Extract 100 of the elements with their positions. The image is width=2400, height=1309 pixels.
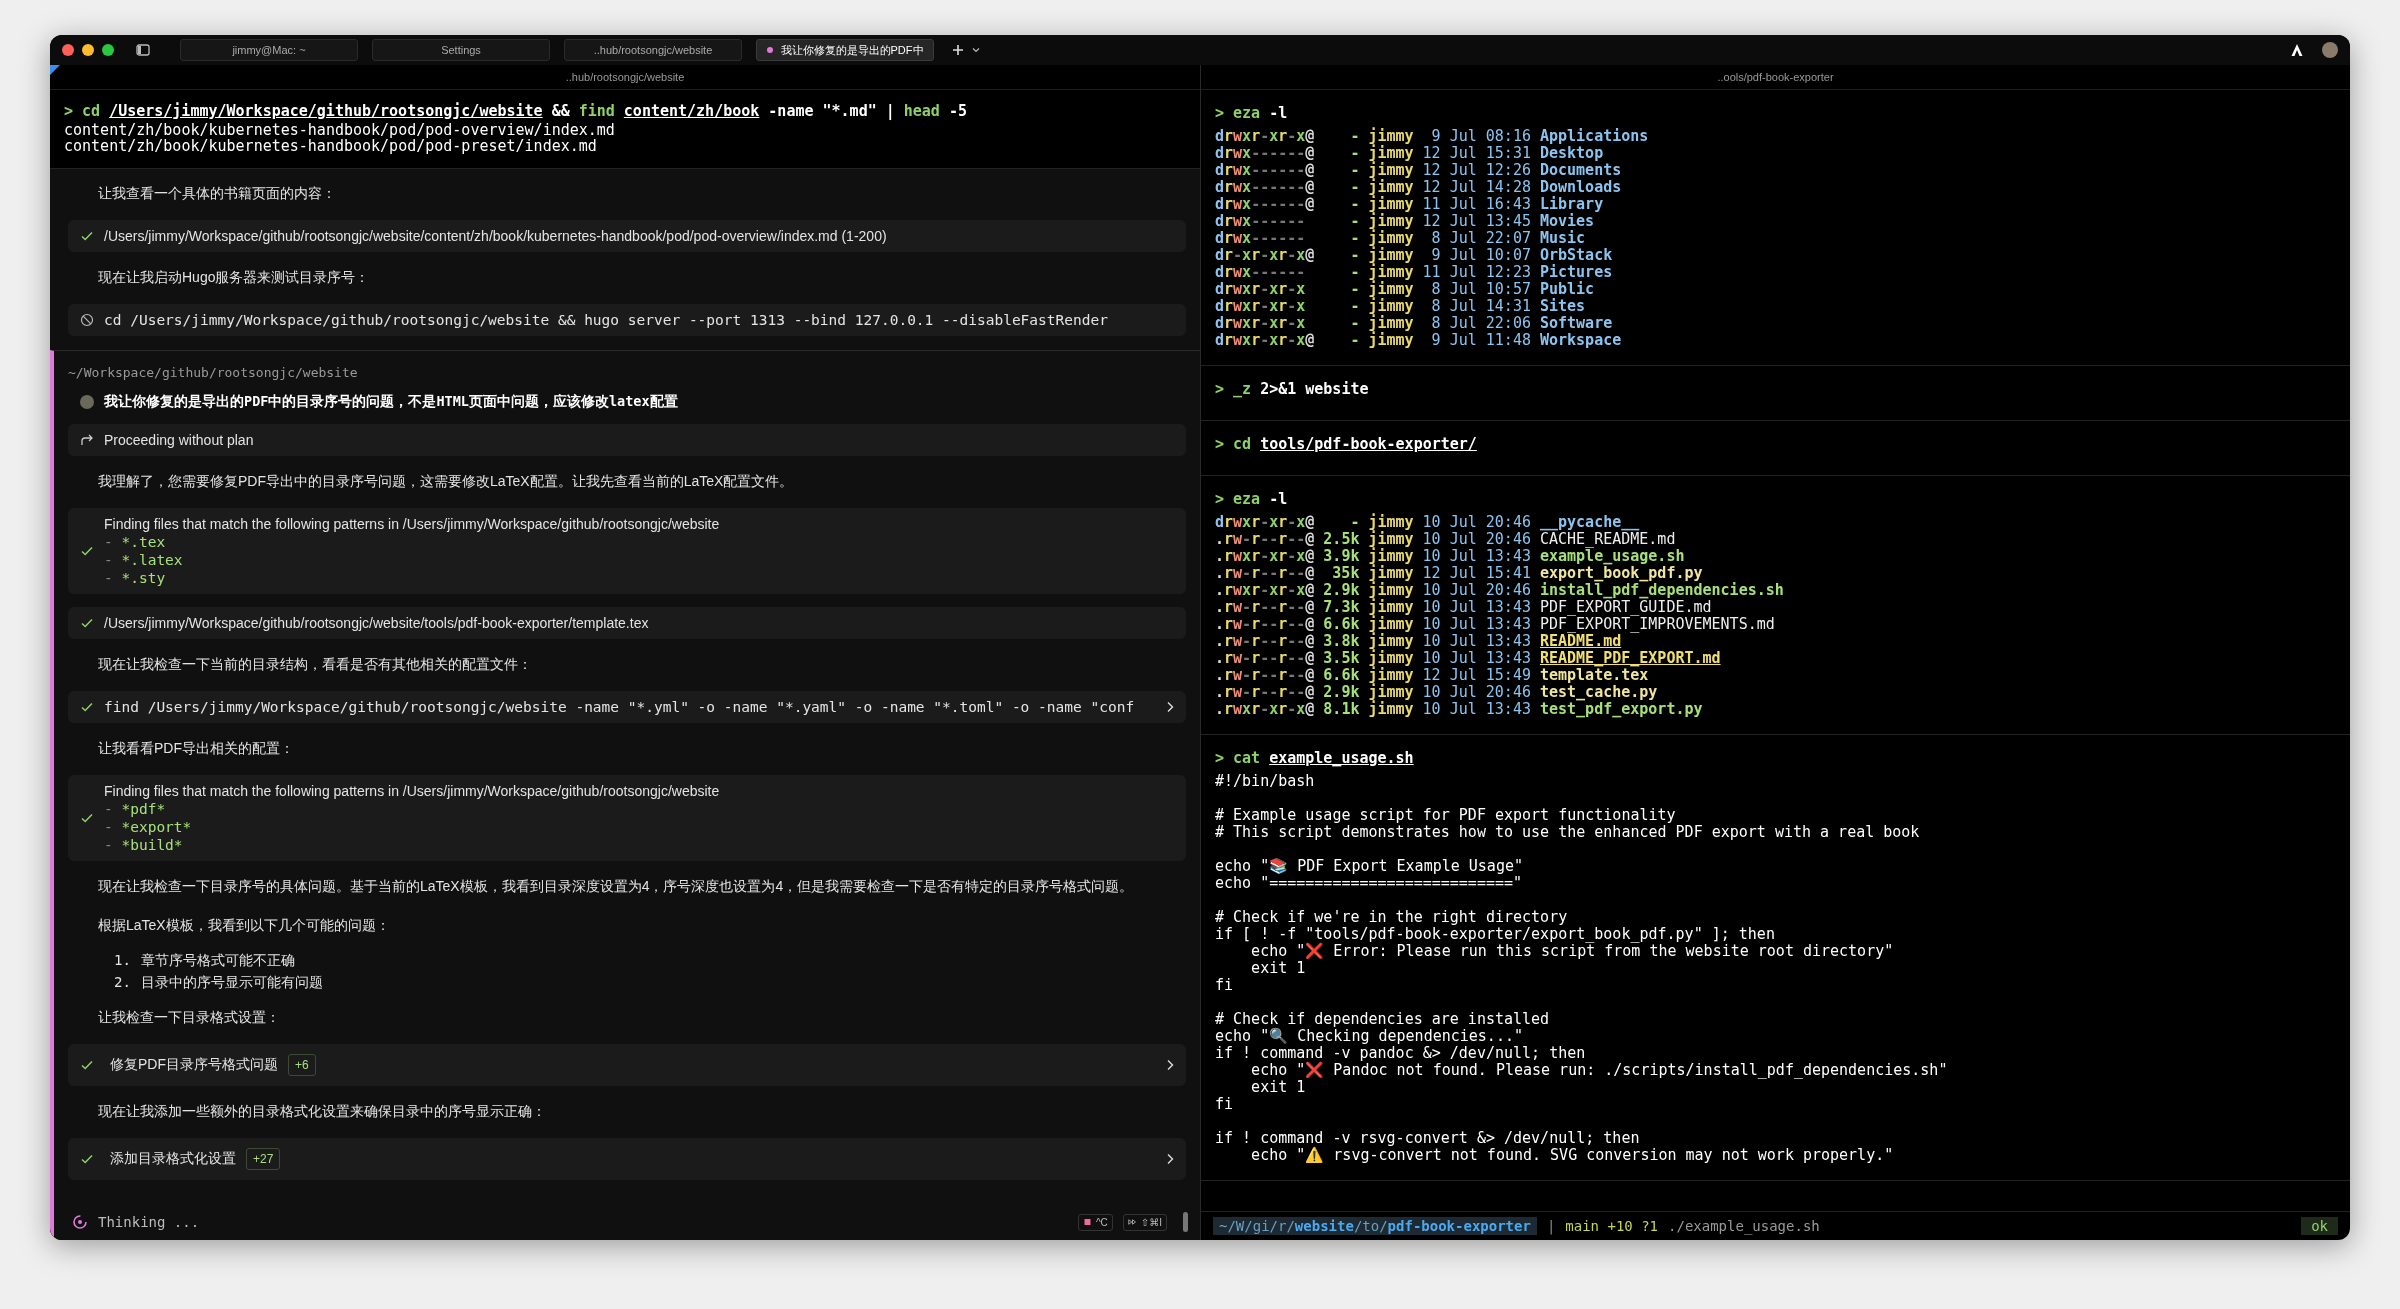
path-text: website — [1294, 1218, 1354, 1234]
assistant-message: 现在让我检查一下当前的目录结构，看看是否有其他相关的配置文件： — [97, 655, 533, 674]
search-card[interactable]: Finding files that match the following patterns in /Users/jimmy/Workspace/github/rootsongjc/website - *pdf* - *export* - *build* — [68, 775, 1186, 861]
status-text: Thinking ... — [98, 1214, 200, 1230]
chevron-right-icon[interactable] — [1166, 701, 1174, 713]
zoom-button[interactable] — [102, 44, 114, 56]
tab[interactable]: ..hub/rootsongjc/website — [564, 39, 742, 61]
file-name: README_PDF_EXPORT.md — [1539, 650, 1721, 667]
file-size: 3.5k — [1323, 650, 1360, 667]
permissions: .rw-r--r--@ — [1215, 565, 1315, 582]
avatar[interactable] — [2322, 42, 2338, 58]
permissions: .rw-r--r--@ — [1215, 667, 1315, 684]
file-size: - — [1349, 247, 1360, 264]
check-icon — [80, 229, 94, 243]
file-pattern: - *build* — [104, 837, 184, 853]
minimize-button[interactable] — [82, 44, 94, 56]
close-button[interactable] — [62, 44, 74, 56]
directory-path: ~/Workspace/github/rootsongjc/website — [68, 364, 359, 380]
file-owner: jimmy — [1368, 633, 1414, 650]
check-icon — [80, 1152, 94, 1166]
file-pattern: - *.tex — [104, 534, 167, 550]
pane-title: ..hub/rootsongjc/website — [565, 71, 685, 83]
file-size: - — [1349, 196, 1360, 213]
permissions: drwx------@ — [1215, 196, 1315, 213]
file-read-card[interactable]: /Users/jimmy/Workspace/github/rootsongjc/website/content/zh/book/kubernetes-handbook/pod/pod-overview/index.md (1-200) — [68, 220, 1186, 252]
fast-forward-icon — [1127, 1218, 1137, 1226]
file-name: PDF_EXPORT_IMPROVEMENTS.md — [1539, 616, 1775, 633]
file-name: Workspace — [1539, 332, 1622, 349]
edit-card[interactable]: 添加目录格式化设置 +27 — [68, 1138, 1186, 1180]
path-text: /to/ — [1353, 1218, 1388, 1234]
file-size: - — [1349, 514, 1360, 531]
file-size: - — [1349, 298, 1360, 315]
command-line: > cd tools/pdf-book-exporter/ — [1215, 435, 1478, 453]
command-line: > eza -l — [1215, 104, 1289, 122]
stop-icon — [1082, 1218, 1092, 1226]
command-text: find /Users/jimmy/Workspace/github/rootsongjc/website -name "*.yml" -o -name "*.yaml" -o -name "*.toml" -o -name "conf — [104, 699, 1136, 715]
file-name: Software — [1539, 315, 1613, 332]
file-owner: jimmy — [1368, 332, 1414, 349]
file-name: CACHE_README.md — [1539, 531, 1676, 548]
search-card[interactable]: Finding files that match the following patterns in /Users/jimmy/Workspace/github/rootsongjc/website - *.tex - *.latex - *.sty — [68, 508, 1186, 594]
path-text: ~/W/gi/r/ — [1219, 1218, 1295, 1234]
modified-date: 10 Jul 20:46 — [1422, 582, 1531, 599]
tab[interactable]: 我让你修复的是导出的PDF中 — [756, 39, 934, 61]
modified-date: 10 Jul 13:43 — [1422, 599, 1531, 616]
file-name: Public — [1539, 281, 1595, 298]
avatar — [80, 395, 94, 409]
modified-date: 8 Jul 10:57 — [1430, 281, 1531, 298]
file-owner: jimmy — [1368, 162, 1414, 179]
list-item: 2. 目录中的序号显示可能有问题 — [114, 974, 324, 992]
stop-key-hint[interactable]: ^C — [1077, 1213, 1113, 1231]
command-card[interactable]: find /Users/jimmy/Workspace/github/rootsongjc/website -name "*.yml" -o -name "*.yaml" -o -name "*.toml" -o -name "conf — [68, 691, 1186, 723]
path-text: pdf-book-exporter — [1387, 1218, 1531, 1234]
new-tab-icon[interactable] — [952, 44, 964, 56]
permissions: drwx------@ — [1215, 162, 1315, 179]
file-size: 6.6k — [1323, 667, 1360, 684]
pane-title: ..ools/pdf-book-exporter — [1717, 71, 1834, 83]
assistant-message: 现在让我检查一下目录序号的具体问题。基于当前的LaTeX模板，我看到目录深度设置为4，序号深度也设置为4，但是我需要检查一下是否有特定的目录序号格式问题。 — [97, 877, 1135, 896]
skip-key-hint[interactable]: ⇧⌘I — [1122, 1213, 1167, 1231]
output-line: content/zh/book/kubernetes-handbook/pod/pod-preset/index.md — [64, 138, 597, 154]
check-icon — [80, 700, 94, 714]
chevron-right-icon[interactable] — [1166, 1059, 1174, 1071]
scrollbar-thumb[interactable] — [1183, 1212, 1188, 1232]
change-count-badge: +27 — [246, 1148, 281, 1170]
file-owner: jimmy — [1368, 565, 1414, 582]
file-read-card[interactable]: /Users/jimmy/Workspace/github/rootsongjc/website/tools/pdf-book-exporter/template.tex — [68, 607, 1186, 639]
sidebar-toggle-icon[interactable] — [136, 44, 150, 56]
modified-date: 12 Jul 15:49 — [1422, 667, 1531, 684]
modified-date: 10 Jul 13:43 — [1422, 548, 1531, 565]
file-owner: jimmy — [1368, 616, 1414, 633]
permissions: .rw-r--r--@ — [1215, 616, 1315, 633]
file-name: Music — [1539, 230, 1586, 247]
edit-card[interactable]: 修复PDF目录序号格式问题 +6 — [68, 1044, 1186, 1086]
file-name: Desktop — [1539, 145, 1604, 162]
assistant-message: 让我检查一下目录格式设置： — [97, 1008, 281, 1027]
modified-date: 10 Jul 13:43 — [1422, 650, 1531, 667]
permissions: drwx------@ — [1215, 145, 1315, 162]
app-logo-icon — [2290, 43, 2304, 57]
file-size: - — [1349, 145, 1360, 162]
modified-date: 12 Jul 15:41 — [1422, 565, 1531, 582]
file-name: Downloads — [1539, 179, 1622, 196]
file-name: Sites — [1539, 298, 1586, 315]
permissions: .rw-r--r--@ — [1215, 650, 1315, 667]
caret-icon[interactable] — [972, 47, 980, 53]
spinner-icon — [72, 1214, 88, 1230]
file-owner: jimmy — [1368, 298, 1414, 315]
file-owner: jimmy — [1368, 315, 1414, 332]
file-name: template.tex — [1539, 667, 1649, 684]
permissions: .rwxr-xr-x@ — [1215, 582, 1315, 599]
tab[interactable]: Settings — [372, 39, 550, 61]
file-owner: jimmy — [1368, 196, 1414, 213]
assistant-message: 根据LaTeX模板，我看到以下几个可能的问题： — [97, 916, 391, 935]
command-text: cd /Users/jimmy/Workspace/github/rootsongjc/website && hugo server --port 1313 --bind 127.0.0.1 --disableFastRender — [104, 312, 1108, 328]
file-size: 8.1k — [1323, 701, 1360, 718]
permissions: .rw-r--r--@ — [1215, 633, 1315, 650]
tab[interactable]: jimmy@Mac: ~ — [180, 39, 358, 61]
modified-date: 10 Jul 13:43 — [1422, 616, 1531, 633]
modified-date: 8 Jul 22:06 — [1430, 315, 1531, 332]
file-owner: jimmy — [1368, 264, 1414, 281]
chevron-right-icon[interactable] — [1166, 1153, 1174, 1165]
command-card[interactable]: cd /Users/jimmy/Workspace/github/rootsongjc/website && hugo server --port 1313 --bind 127.0.0.1 --disableFastRender — [68, 304, 1186, 336]
